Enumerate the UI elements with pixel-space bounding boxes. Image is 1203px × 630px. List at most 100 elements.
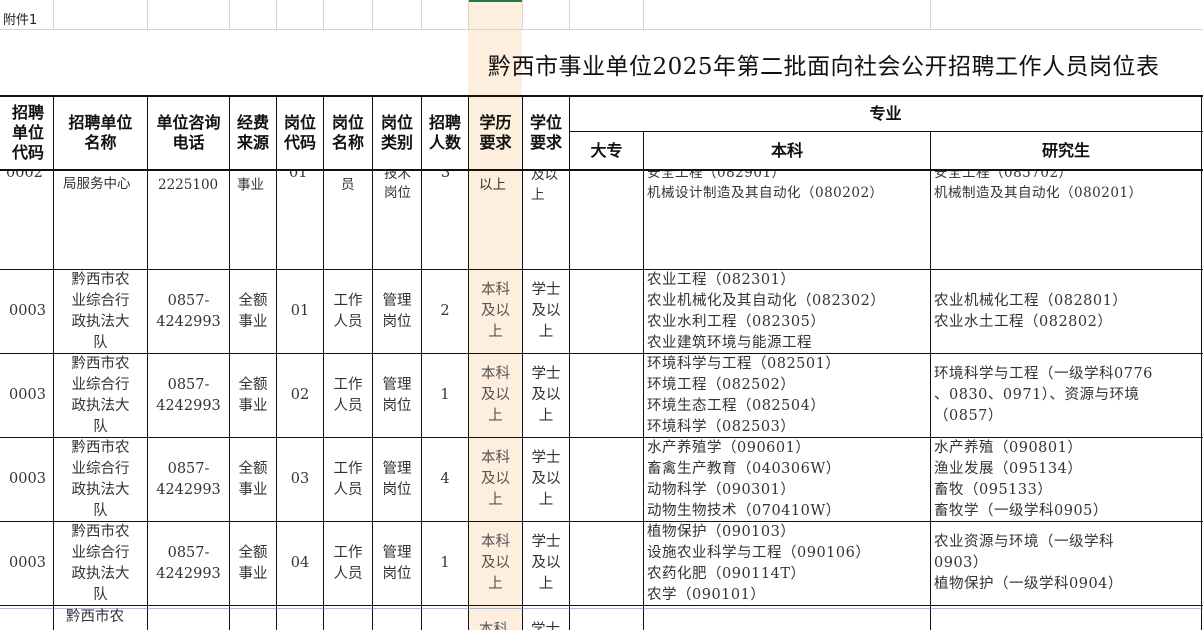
cell-unit-name: 黔西市农业综合行政执法大队 [71,355,130,435]
cell-post-name: 工作人员 [333,544,363,582]
major-item: 农药化肥（090114T） [647,566,806,582]
cell-count: 2 [440,303,450,319]
major-item: 农业建筑环境与能源工程 [647,335,812,351]
table-row: 0003 黔西市农业综合行政执法大队 0857- 4242993 全额事业 04 工作人员管… [0,522,1203,605]
major-item: 机械设计制造及其自动化（080202） [647,185,884,201]
major-item: 、0830、0971）、资源与环境 [934,387,1140,403]
cell-unit-code: 0003 [9,387,46,403]
cell-post-code: 02 [290,387,310,403]
major-item: 植物保护（090103） [647,524,796,540]
cell-graduate-majors: 农业资源与环境（一级学科 0903） 植物保护（一级学科0904） [934,532,1123,595]
cell-graduate-majors: 农业机械化工程（082801） 农业水土工程（082802） [934,291,1127,333]
header-bachelor: 本科 [770,140,803,160]
major-item: 环境生态工程（082504） [647,398,826,414]
cell-post-name: 工作人员 [333,460,363,498]
cell-unit-name: 黔西市农业综合行政执法大队 [71,271,130,351]
cell-funding: 全额事业 [238,544,268,582]
cell-count: 4 [440,471,450,487]
cell-post-type: 管理岗位 [382,292,412,330]
cell-education: 本科 [479,622,508,630]
cell-education: 本科及以上 [481,282,510,340]
cell-count: 1 [440,387,450,403]
header-funding: 经费来源 [236,113,269,152]
cell-graduate-majors: 安全工程（085702） 机械制造及其自动化（080201） [934,171,1143,203]
cell-funding: 全额事业 [238,292,268,330]
major-item: 农学（090101） [647,587,766,603]
header-post-code: 岗位代码 [283,113,316,152]
cell-bachelor-majors: 农业工程（082301） 农业机械化及其自动化（082302） 农业水利工程（082… [647,270,885,354]
cell-unit-code: 0003 [9,471,46,487]
major-item: 0903） [934,555,988,571]
cell-post-type: 管理岗位 [382,544,412,582]
cell-degree: 及以上 [531,171,558,203]
cell-unit-code: 0003 [9,303,46,319]
major-item: 动物科学（090301） [647,482,796,498]
cell-phone: 0857- 4242993 [156,376,221,414]
header-post-type: 岗位类别 [380,113,413,152]
cell-funding: 事业 [237,177,264,193]
cell-post-type: 管理岗位 [382,460,412,498]
cell-education: 本科及以上 [481,534,510,592]
major-item: 环境科学（082503） [647,419,796,435]
cell-phone: 0857- 4242993 [156,292,221,330]
cell-bachelor-majors: 环境科学与工程（082501） 环境工程（082502） 环境生态工程（082504… [647,354,840,438]
major-item: 环境科学与工程（082501） [647,356,841,372]
major-item: 环境科学与工程（一级学科0776 [934,366,1153,382]
cell-post-name: 工作人员 [333,376,363,414]
page-title: 黔西市事业单位2025年第二批面向社会公开招聘工作人员岗位表 [488,54,1160,80]
cell-count: 1 [440,555,450,571]
cell-phone: 2225100 [158,177,219,193]
major-item: 畜禽生产教育（040306W） [647,461,841,477]
annex-label: 附件1 [3,12,38,28]
cell-post-code: 01 [289,171,308,181]
major-item: 渔业发展（095134） [934,461,1083,477]
cell-bachelor-majors: 植物保护（090103） 设施农业科学与工程（090106） 农药化肥（090114… [647,522,870,606]
table-row: 0003 黔西市农业综合行政执法大队 0857- 4242993 全额事业 02 工作人员管… [0,354,1203,437]
cell-post-name: 员 [341,177,355,193]
major-item: 农业水土工程（082802） [934,314,1113,330]
major-item: 农业水利工程（082305） [647,314,826,330]
cell-count: 3 [441,171,451,181]
major-item: 畜牧（095133） [934,482,1053,498]
major-item: 动物生物技术（070410W） [647,503,841,519]
cell-phone: 0857- 4242993 [156,544,221,582]
cell-degree: 学士及以上 [531,366,561,424]
cell-degree: 学士及以上 [531,450,561,508]
cell-post-type: 管理岗位 [382,376,412,414]
major-item: 农业机械化工程（082801） [934,293,1128,309]
header-unit-code: 招聘单位代码 [11,103,44,162]
cell-post-code: 03 [290,471,310,487]
table-row: 0003 黔西市农业综合行政执法大队 0857- 4242993 全额事业 01 工作人员管… [0,270,1203,353]
major-item: 农业机械化及其自动化（082302） [647,293,886,309]
cell-degree: 学士及以上 [531,534,561,592]
header-degree: 学位要求 [529,113,562,152]
table-row-partial: 0002 局服务中心 2225100 事业 01 员 技术岗位 3 以上 及以上… [0,171,1203,269]
table-row: 0003 黔西市农业综合行政执法大队 0857- 4242993 全额事业 03 工作人员管… [0,438,1203,521]
major-item: 植物保护（一级学科0904） [934,576,1123,592]
selected-cell-marker [468,0,522,2]
header-phone: 单位咨询电话 [156,113,221,152]
header-junior-college: 大专 [590,140,623,160]
major-item: 安全工程（085702） [934,171,1073,181]
major-item: 安全工程（082901） [647,171,786,181]
cell-education: 以上 [479,177,506,193]
cell-phone: 0857- 4242993 [156,460,221,498]
header-education: 学历要求 [479,113,512,152]
cell-unit-name: 局服务中心 [63,176,131,192]
cell-unit-name: 黔西市农业综合行政执法大队 [71,523,130,603]
cell-education: 本科及以上 [481,366,510,424]
cell-post-code: 04 [290,555,310,571]
cell-funding: 全额事业 [238,460,268,498]
cell-post-name: 工作人员 [333,292,363,330]
header-major: 专业 [869,104,902,123]
header-unit-name: 招聘单位名称 [68,113,133,152]
cell-graduate-majors: 环境科学与工程（一级学科0776 、0830、0971）、资源与环境 （0857） [934,364,1153,427]
header-count: 招聘人数 [428,113,461,152]
header-graduate: 研究生 [1041,140,1090,160]
cell-post-type: 技术岗位 [384,171,411,201]
cell-degree: 学士 [531,622,560,630]
major-item: 机械制造及其自动化（080201） [934,185,1143,201]
cell-degree: 学士及以上 [531,282,561,340]
cell-funding: 全额事业 [238,376,268,414]
major-item: 水产养殖（090801） [934,440,1083,456]
